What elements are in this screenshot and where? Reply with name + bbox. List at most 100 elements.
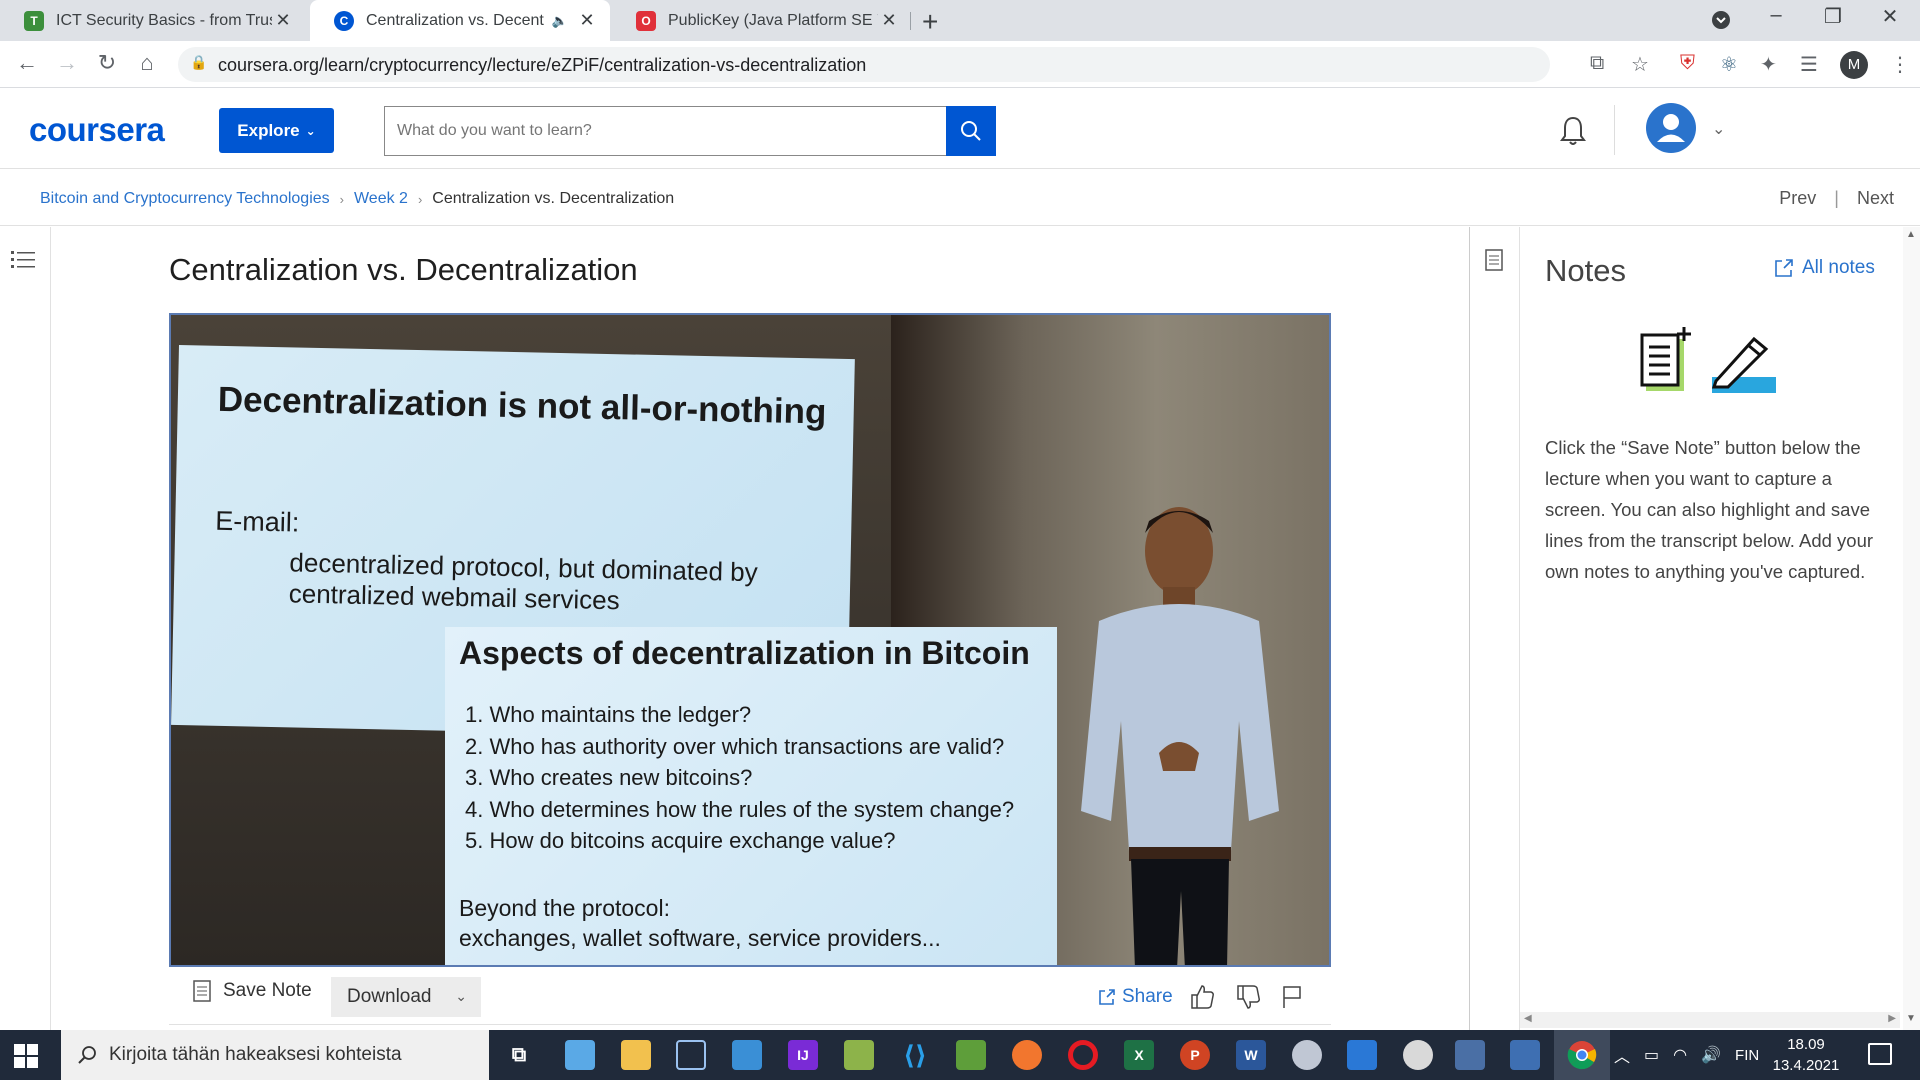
tab-close-icon[interactable]: ✕ [878, 10, 900, 31]
note-icon [193, 980, 211, 1002]
next-link[interactable]: Next [1857, 188, 1894, 209]
horizontal-scrollbar[interactable]: ◀ ▶ [1520, 1012, 1900, 1028]
tab-close-icon[interactable]: ✕ [272, 10, 294, 31]
taskbar-app-cube-icon[interactable] [676, 1040, 706, 1070]
user-avatar[interactable] [1646, 103, 1696, 153]
search-input[interactable] [384, 106, 946, 156]
share-button[interactable]: Share [1098, 986, 1173, 1008]
notification-bell-icon[interactable] [1558, 115, 1588, 147]
forward-arrow-icon[interactable]: → [52, 50, 82, 76]
thumbs-up-icon[interactable] [1189, 984, 1215, 1010]
extensions-puzzle-icon[interactable]: ✦ [1760, 52, 1777, 77]
user-menu-chevron-icon[interactable]: ⌄ [1712, 119, 1725, 139]
browser-tab-coursera[interactable]: C Centralization vs. Decentraliz 🔈 ✕ [310, 0, 610, 41]
reading-list-icon[interactable]: ☰ [1800, 52, 1818, 77]
search-button[interactable] [946, 106, 996, 156]
reload-icon[interactable]: ↻ [92, 50, 122, 76]
breadcrumb-separator-icon: › [339, 191, 344, 207]
taskbar-app-tools-icon[interactable] [844, 1040, 874, 1070]
notification-center-icon[interactable] [1868, 1043, 1892, 1065]
restore-icon[interactable]: ❐ [1813, 4, 1853, 29]
notes-panel: Notes All notes Click the “Save Note” bu… [1520, 227, 1900, 1030]
firefox-icon[interactable] [1012, 1040, 1042, 1070]
taskbar-app-diamond-icon[interactable] [732, 1040, 762, 1070]
opera-icon[interactable] [1068, 1040, 1098, 1070]
windows-start-icon[interactable] [14, 1044, 38, 1068]
lecture-toolbar: Save Note Download ⌄ Share [169, 972, 1331, 1020]
slide2-beyond: Beyond the protocol: [459, 895, 670, 921]
notes-document-icon[interactable] [1485, 249, 1503, 271]
bookmark-star-icon[interactable]: ☆ [1631, 52, 1649, 77]
tab-title: PublicKey (Java Platform SE 7 ) [668, 11, 878, 29]
extension-shield-icon[interactable]: ⛨ [1680, 52, 1695, 75]
taskbar-app-paint-icon[interactable] [1292, 1040, 1322, 1070]
profile-avatar[interactable]: M [1840, 51, 1868, 79]
tab-favicon-icon: O [636, 10, 656, 31]
lecturer-figure [1081, 507, 1279, 965]
minimize-icon[interactable]: – [1756, 4, 1796, 27]
intellij-icon[interactable]: IJ [788, 1040, 818, 1070]
vscode-icon[interactable]: ⟨⟩ [900, 1040, 930, 1070]
scroll-right-icon[interactable]: ▶ [1888, 1013, 1896, 1024]
back-arrow-icon[interactable]: ← [12, 50, 42, 76]
flag-icon[interactable] [1279, 984, 1305, 1010]
battery-icon[interactable]: ▭ [1644, 1045, 1659, 1065]
download-dropdown[interactable]: Download ⌄ [331, 977, 481, 1017]
save-note-button[interactable]: Save Note [193, 980, 312, 1002]
url-text[interactable]: coursera.org/learn/cryptocurrency/lectur… [218, 55, 866, 76]
taskbar-clock[interactable]: 18.09 13.4.2021 [1768, 1034, 1844, 1076]
browser-tab-ict[interactable]: T ICT Security Basics - from Trust to ✕ [0, 0, 306, 41]
vertical-scrollbar[interactable]: ▲ ▼ [1903, 227, 1920, 1030]
scroll-left-icon[interactable]: ◀ [1524, 1013, 1532, 1024]
taskbar-app-remote-icon[interactable] [1510, 1040, 1540, 1070]
new-tab-plus-icon[interactable]: + [922, 6, 938, 38]
breadcrumb-course-link[interactable]: Bitcoin and Cryptocurrency Technologies [40, 190, 330, 208]
close-window-icon[interactable]: ✕ [1870, 4, 1910, 29]
course-outline-list-icon[interactable] [11, 249, 35, 271]
input-language[interactable]: FIN [1735, 1047, 1759, 1064]
toolbar-divider [169, 1024, 1331, 1025]
home-icon[interactable]: ⌂ [132, 50, 162, 76]
extension-atom-icon[interactable]: ⚛ [1720, 52, 1738, 77]
tab-favicon-icon: T [24, 10, 44, 31]
calculator-icon[interactable] [1455, 1040, 1485, 1070]
browser-tab-bar: T ICT Security Basics - from Trust to ✕ … [0, 0, 1920, 41]
taskbar-search-placeholder: Kirjoita tähän hakeaksesi kohteista [109, 1044, 402, 1065]
explore-button[interactable]: Explore ⌄ [219, 108, 334, 153]
slide2-list: 1. Who maintains the ledger? 2. Who has … [465, 699, 1014, 857]
browser-tab-publickey[interactable]: O PublicKey (Java Platform SE 7 ) ✕ [612, 0, 912, 41]
windows-taskbar: Kirjoita tähän hakeaksesi kohteista ⧉ IJ… [0, 1030, 1920, 1080]
taskbar-app-notes-icon[interactable] [565, 1040, 595, 1070]
powerpoint-icon[interactable]: P [1180, 1040, 1210, 1070]
coursera-logo[interactable]: coursera [29, 111, 165, 149]
slide1-text: decentralized protocol, but dominated by… [288, 547, 758, 619]
scroll-down-icon[interactable]: ▼ [1906, 1013, 1916, 1024]
wifi-icon[interactable]: ◠ [1673, 1045, 1687, 1065]
all-notes-link[interactable]: All notes [1774, 257, 1875, 279]
thumbs-down-icon[interactable] [1235, 984, 1261, 1010]
breadcrumb-week-link[interactable]: Week 2 [354, 190, 408, 208]
chrome-taskbar-button[interactable] [1554, 1030, 1610, 1080]
taskbar-app-chart-icon[interactable] [956, 1040, 986, 1070]
mail-icon[interactable] [1347, 1040, 1377, 1070]
tab-close-icon[interactable]: ✕ [576, 10, 598, 31]
taskbar-search[interactable]: Kirjoita tähän hakeaksesi kohteista [61, 1030, 489, 1080]
excel-icon[interactable]: X [1124, 1040, 1154, 1070]
translate-icon[interactable]: ⧉ [1590, 52, 1604, 75]
browser-menu-icon[interactable]: ⋮ [1890, 52, 1910, 77]
download-label: Download [347, 986, 432, 1007]
all-notes-label: All notes [1802, 257, 1875, 278]
tab-search-chevron-icon[interactable] [1703, 10, 1739, 36]
prev-link[interactable]: Prev [1779, 188, 1816, 209]
scroll-up-icon[interactable]: ▲ [1906, 229, 1916, 240]
speaker-audio-icon[interactable]: 🔈 [552, 13, 568, 29]
volume-icon[interactable]: 🔊 [1701, 1045, 1721, 1065]
tray-expand-icon[interactable]: ︿ [1614, 1043, 1630, 1067]
video-player[interactable]: Decentralization is not all-or-nothing E… [169, 313, 1331, 967]
search-icon [78, 1046, 96, 1064]
file-explorer-icon[interactable] [621, 1040, 651, 1070]
lock-icon[interactable]: 🔒 [190, 54, 207, 71]
taskbar-app-rocket-icon[interactable] [1403, 1040, 1433, 1070]
word-icon[interactable]: W [1236, 1040, 1266, 1070]
task-view-icon[interactable]: ⧉ [504, 1040, 534, 1070]
